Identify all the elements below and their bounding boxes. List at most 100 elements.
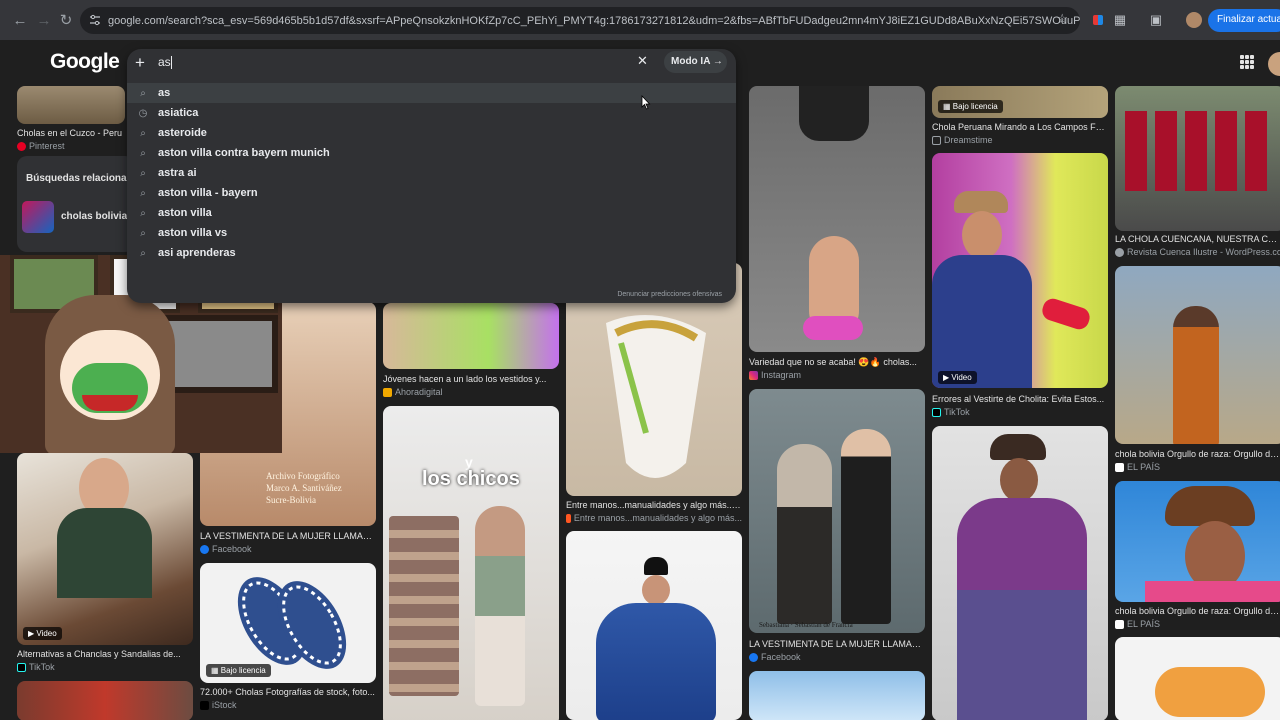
result-caption[interactable]: chola bolivia Orgullo de raza: Orgullo d… (1115, 449, 1280, 459)
result-caption[interactable]: Entre manos...manualidades y algo más...… (566, 500, 742, 510)
red-shoe (1039, 296, 1093, 332)
orange-sandal (1155, 667, 1265, 717)
result-image-chola-old[interactable] (932, 426, 1108, 720)
facebook-icon (200, 544, 209, 554)
result-source: Entre manos...manualidades y algo más... (566, 513, 742, 523)
result-image-sandal-orange[interactable] (1115, 637, 1280, 720)
pink-sole (803, 316, 863, 340)
instagram-icon (749, 370, 758, 380)
sandal-rack (389, 516, 459, 696)
photo-frame (160, 315, 278, 393)
related-item[interactable]: cholas bolivian (22, 201, 135, 233)
result-image-bottom[interactable] (17, 681, 193, 720)
result-caption[interactable]: Chola Peruana Mirando a Los Campos Fot..… (932, 122, 1108, 132)
address-bar[interactable]: google.com/search?sca_esv=569d465b5b1d57… (80, 7, 1080, 34)
face-shape (1000, 458, 1038, 502)
result-caption[interactable]: Alternativas a Chanclas y Sandalias de..… (17, 649, 185, 659)
related-item-label: cholas bolivian (61, 211, 134, 222)
hat-shape (954, 191, 1008, 213)
result-image-chola-blue[interactable] (566, 531, 742, 720)
result-caption[interactable]: 72.000+ Cholas Fotografías de stock, fot… (200, 687, 376, 697)
bowler-hat (644, 557, 668, 575)
update-button[interactable]: Finalizar actualiz (1208, 9, 1280, 32)
suggestion-label: asi aprenderas (158, 247, 236, 259)
suggestion-label: aston villa vs (158, 227, 228, 239)
extensions-puzzle-icon[interactable]: ▦ (1110, 10, 1130, 30)
result-caption[interactable]: Variedad que no se acaba! 😍🔥 cholas... (749, 357, 925, 368)
suggestion-item[interactable]: ⌕ astra ai (127, 163, 736, 183)
plus-icon[interactable]: + (135, 53, 145, 73)
result-image-video[interactable]: ▶ Video (17, 453, 193, 645)
suggestion-label: asteroide (158, 127, 207, 139)
elpais-icon (1115, 619, 1124, 629)
suggestion-item[interactable]: ⌕ asi aprenderas (127, 243, 736, 263)
result-image-couple[interactable]: Sebastiana · Sebastian de Francia (749, 389, 925, 633)
reload-icon[interactable]: ↻ (52, 6, 80, 34)
result-image-chola-hat[interactable] (1115, 481, 1280, 602)
apps-grid-icon[interactable] (1240, 55, 1254, 69)
result-image-chola-peruana[interactable]: ▦ Bajo licencia (932, 86, 1108, 118)
ai-mode-button[interactable]: Modo IA → (664, 51, 727, 73)
related-searches-card: Búsquedas relacionad cholas bolivian (17, 156, 135, 252)
result-image-chola-bolivia[interactable] (1115, 266, 1280, 444)
bookmark-star-icon[interactable]: ☆ (1056, 11, 1068, 27)
result-caption[interactable]: Jóvenes hacen a un lado los vestidos y..… (383, 374, 553, 384)
search-autocomplete-panel: + as ✕ Modo IA → ⌕ as ◷ asiatica ⌕ asteroide ⌕… (127, 49, 736, 303)
tiktok-icon (932, 407, 941, 417)
result-image-cuencana[interactable] (1115, 86, 1280, 231)
result-source: Ahoradigital (383, 387, 443, 397)
search-icon: ⌕ (140, 187, 146, 199)
result-source: iStock (200, 700, 237, 710)
result-caption[interactable]: Cholas en el Cuzco - Peru (17, 128, 127, 138)
result-image-los-chicos[interactable]: y los chicos (383, 406, 559, 720)
purple-shawl (957, 498, 1087, 720)
result-image-sandals-stripes[interactable]: ▦ Bajo licencia (200, 563, 376, 683)
facebook-icon (749, 652, 758, 662)
result-caption[interactable]: Errores al Vestirte de Cholita: Evita Es… (932, 394, 1108, 404)
search-box[interactable]: + as ✕ Modo IA → (127, 49, 736, 77)
search-input[interactable]: as (158, 55, 172, 70)
suggestion-item[interactable]: ⌕ asteroide (127, 123, 736, 143)
tiktok-icon (17, 662, 26, 672)
result-source: TikTok (932, 407, 970, 417)
result-image-cholita-pink[interactable]: ▶ Video (932, 153, 1108, 388)
result-source: Dreamstime (932, 135, 993, 145)
suggestion-label: aston villa contra bayern munich (158, 147, 330, 159)
search-icon: ⌕ (140, 247, 146, 259)
result-caption[interactable]: LA VESTIMENTA DE LA MUJER LLAMADA... (200, 531, 376, 541)
result-source: EL PAÍS (1115, 619, 1160, 629)
result-source: Instagram (749, 370, 801, 380)
related-thumb (22, 201, 54, 233)
extension-icon[interactable] (1088, 10, 1108, 30)
result-image-feet[interactable] (749, 86, 925, 352)
suggestion-item[interactable]: ⌕ aston villa vs (127, 223, 736, 243)
result-caption[interactable]: LA CHOLA CUENCANA, NUESTRA CHOLA... (1115, 234, 1280, 244)
report-predictions-link[interactable]: Denunciar predicciones ofensivas (617, 291, 722, 298)
result-image-sky[interactable] (749, 671, 925, 720)
url-text: google.com/search?sca_esv=569d465b5b1d57… (108, 14, 1080, 27)
result-caption[interactable]: LA VESTIMENTA DE LA MUJER LLAMADA... (749, 639, 925, 649)
blogger-icon (566, 513, 571, 523)
result-image-jovenes[interactable] (383, 303, 559, 369)
mouse-pointer-icon (641, 95, 651, 110)
result-source: Facebook (749, 652, 801, 662)
video-badge: ▶ Video (938, 371, 977, 384)
google-logo[interactable]: Google (50, 50, 120, 74)
close-icon[interactable]: ✕ (637, 53, 648, 69)
suggestion-item[interactable]: ⌕ aston villa (127, 203, 736, 223)
legs-shape (799, 86, 869, 141)
result-caption[interactable]: chola bolivia Orgullo de raza: Orgullo d… (1115, 606, 1280, 616)
suggestion-item[interactable]: ⌕ aston villa contra bayern munich (127, 143, 736, 163)
face-shape (642, 575, 670, 605)
hat-shape (1165, 486, 1255, 526)
tab-search-icon[interactable]: ▣ (1146, 10, 1166, 30)
photo-caption: Sebastiana · Sebastian de Francia (759, 621, 853, 629)
suggestion-item[interactable]: ⌕ aston villa - bayern (127, 183, 736, 203)
site-info-icon[interactable] (89, 14, 101, 26)
overlay-text-chicos: los chicos (422, 468, 520, 490)
profile-avatar[interactable] (1184, 10, 1204, 30)
account-avatar[interactable] (1268, 52, 1280, 76)
suggestion-label: astra ai (158, 167, 197, 179)
search-icon: ⌕ (140, 87, 146, 99)
result-image-cuzco[interactable] (17, 86, 125, 124)
